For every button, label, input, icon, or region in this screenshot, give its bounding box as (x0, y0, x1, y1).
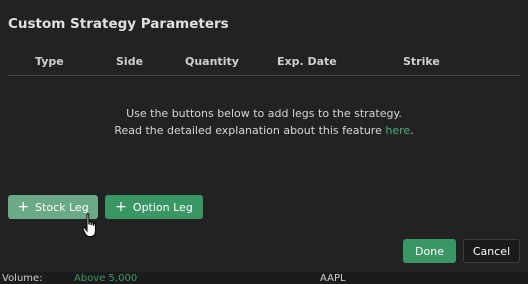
background-volume-value: Above 5,000 (74, 273, 138, 284)
empty-state-instructions: Use the buttons below to add legs to the… (126, 107, 402, 120)
plus-icon: + (17, 198, 30, 215)
plus-icon: + (115, 198, 127, 215)
background-ticker: AAPL (320, 273, 346, 284)
empty-state-explanation: Read the detailed explanation about this… (0, 124, 528, 137)
background-screener-row: Volume: Above 5,000 AAPL (0, 272, 528, 284)
column-header-exp-date: Exp. Date (277, 55, 337, 68)
column-header-side: Side (116, 55, 144, 68)
add-stock-leg-label: Stock Leg (35, 200, 89, 214)
column-header-type: Type (35, 55, 64, 68)
cancel-button[interactable]: Cancel (463, 239, 520, 263)
explanation-period: . (410, 124, 414, 137)
background-volume-label: Volume: (2, 273, 43, 284)
column-header-quantity: Quantity (185, 55, 239, 68)
explanation-text: Read the detailed explanation about this… (114, 124, 386, 137)
dialog-title: Custom Strategy Parameters (8, 16, 229, 32)
hand-pointer-icon (82, 213, 96, 237)
legs-table-header: Type Side Quantity Exp. Date Strike (8, 53, 520, 76)
add-option-leg-label: Option Leg (132, 200, 193, 214)
done-button[interactable]: Done (403, 239, 456, 263)
column-header-strike: Strike (403, 55, 440, 68)
custom-strategy-dialog: Custom Strategy Parameters Type Side Qua… (0, 0, 528, 272)
add-option-leg-button[interactable]: + Option Leg (105, 195, 203, 219)
help-link[interactable]: here (385, 124, 410, 137)
